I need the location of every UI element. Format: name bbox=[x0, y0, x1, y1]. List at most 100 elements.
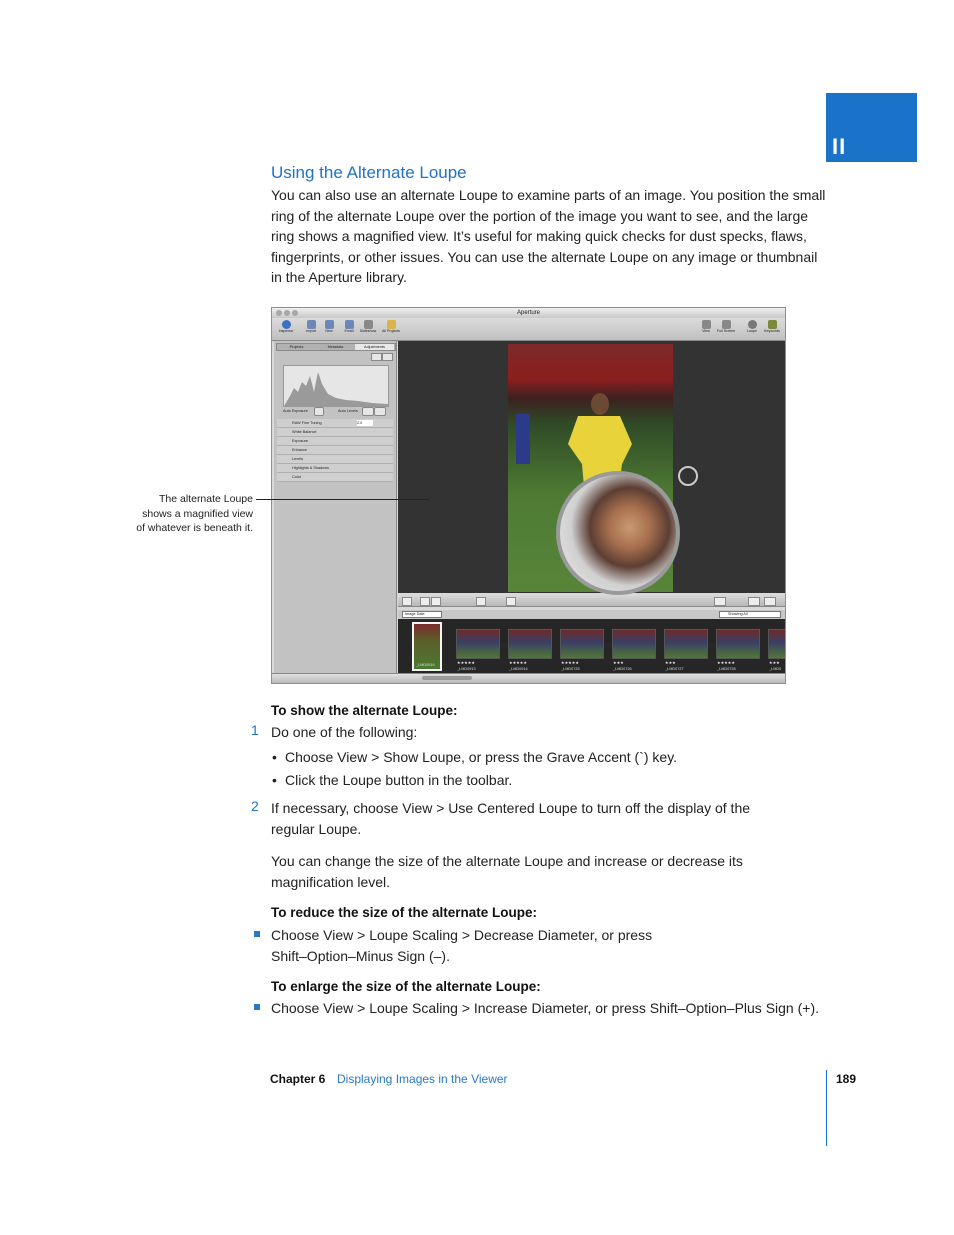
tab-adjustments[interactable]: Adjustments bbox=[355, 344, 394, 350]
brush-tool-icon[interactable] bbox=[506, 597, 516, 606]
alternate-loupe-small-ring[interactable] bbox=[678, 466, 698, 486]
adjustment-row[interactable]: Exposure bbox=[277, 437, 393, 446]
loupe-button[interactable]: Loupe bbox=[741, 320, 763, 334]
adjustment-row[interactable]: Enhance bbox=[277, 446, 393, 455]
intro-line: ring shows a magnified view. It’s useful… bbox=[271, 228, 807, 244]
status-bar bbox=[272, 673, 785, 683]
tab-projects[interactable]: Projects bbox=[277, 344, 316, 350]
keywords-icon bbox=[767, 320, 777, 329]
step-line: regular Loupe. bbox=[271, 820, 362, 837]
footer-chapter-title[interactable]: Displaying Images in the Viewer bbox=[337, 1072, 508, 1086]
rotate-left-icon[interactable] bbox=[420, 597, 430, 606]
filmstrip-browser: _LMD0916 ★★★★★ _LMD0913 ★★★★★ _LMD0914 ★★★… bbox=[398, 619, 785, 674]
window-title: Aperture bbox=[516, 310, 540, 316]
step-line: If necessary, choose View > Use Centered… bbox=[271, 800, 751, 816]
adjustment-label: Enhance bbox=[292, 448, 307, 452]
viewer-control-bar bbox=[398, 595, 785, 607]
histogram bbox=[283, 365, 389, 407]
crop-tool-icon[interactable] bbox=[476, 597, 486, 606]
raw-value-field[interactable]: 2.0 bbox=[357, 420, 373, 426]
rotate-right-icon[interactable] bbox=[431, 597, 441, 606]
toolbar-label: All Projects bbox=[382, 329, 400, 333]
thumbnail-caption: _LMD0725 bbox=[561, 667, 580, 671]
view-mode-icon[interactable] bbox=[714, 597, 726, 606]
loupe-icon bbox=[747, 320, 757, 329]
step-text: Do one of the following: bbox=[271, 724, 418, 740]
auto-levels-rgb-button[interactable] bbox=[374, 407, 386, 416]
inspector-tabs: Projects Metadata Adjustments bbox=[276, 343, 396, 351]
thumbnail[interactable]: ★★★ _LMD0727 bbox=[664, 629, 708, 671]
part-tab-label: II bbox=[832, 134, 847, 159]
callout-line-text: shows a magnified view bbox=[142, 507, 253, 520]
toolbar: Inspector Import New Email Slideshow All… bbox=[272, 318, 785, 341]
thumbnail-caption: _LMD0726 bbox=[613, 667, 632, 671]
showing-select[interactable]: Showing All bbox=[719, 611, 781, 618]
page-number: 189 bbox=[836, 1072, 857, 1086]
sort-select[interactable]: Image Date bbox=[402, 611, 442, 618]
toolbar-label: Keywords bbox=[764, 329, 780, 333]
auto-levels-button[interactable] bbox=[362, 407, 374, 416]
thumbnail-stars: ★★★★★ bbox=[561, 660, 579, 665]
thumbnail[interactable]: ★★★★★ _LMD0728 bbox=[716, 629, 760, 671]
thumbnail[interactable]: ★★★★★ _LMD0725 bbox=[560, 629, 604, 671]
square-bullet-icon bbox=[254, 1004, 260, 1010]
footer-chapter: Chapter 6 bbox=[270, 1072, 326, 1086]
auto-exposure-button[interactable] bbox=[314, 407, 324, 416]
adjustment-label: RAW Fine Tuning bbox=[292, 421, 322, 425]
new-icon bbox=[324, 320, 334, 329]
thumbnail[interactable]: ★★★ _LMD0726 bbox=[612, 629, 656, 671]
thumbnail-caption: _LMD0 bbox=[769, 667, 782, 671]
adjustment-row[interactable]: Highlights & Shadows bbox=[277, 464, 393, 473]
adjustment-label: Color bbox=[292, 475, 302, 479]
square-bullet-icon bbox=[254, 931, 260, 937]
full-screen-button[interactable]: Full Screen bbox=[715, 320, 737, 334]
view-icon bbox=[701, 320, 711, 329]
inspector-panel: Projects Metadata Adjustments Auto Expos… bbox=[274, 341, 397, 674]
thumbnail-stars: ★★★★★ bbox=[509, 660, 527, 665]
thumbnail-stars: ★★★ bbox=[769, 660, 780, 665]
filmstrip-mode-icon[interactable] bbox=[748, 597, 760, 606]
add-adjustment-button[interactable] bbox=[371, 353, 382, 361]
compare-mode-icon[interactable] bbox=[764, 597, 776, 606]
horizontal-scrollbar[interactable] bbox=[422, 676, 472, 680]
all-projects-button[interactable]: All Projects bbox=[380, 320, 402, 334]
alternate-loupe-large-ring[interactable] bbox=[556, 471, 680, 595]
section-title: Using the Alternate Loupe bbox=[271, 163, 467, 182]
figure-callout: The alternate Loupe shows a magnified vi… bbox=[120, 492, 253, 536]
intro-line: fingerprints, or other issues. You can u… bbox=[271, 248, 818, 265]
new-button[interactable]: New bbox=[318, 320, 340, 334]
bullet-marker: • bbox=[272, 749, 277, 765]
adjustment-row[interactable]: Color bbox=[277, 473, 393, 482]
keywords-button[interactable]: Keywords bbox=[761, 320, 783, 334]
thumbnail[interactable]: ★★★★★ _LMD0914 bbox=[508, 629, 552, 671]
thumbnail[interactable]: ★★★ _LMD0 bbox=[768, 629, 785, 671]
slideshow-icon bbox=[363, 320, 373, 329]
callout-line-text: The alternate Loupe bbox=[159, 493, 253, 505]
toolbar-label: Slideshow bbox=[359, 329, 377, 333]
thumbnail[interactable]: ★★★★★ _LMD0913 bbox=[456, 629, 500, 671]
full-screen-icon bbox=[721, 320, 731, 329]
thumbnail-selected[interactable]: _LMD0916 bbox=[412, 622, 442, 671]
adjustment-row[interactable]: RAW Fine Tuning 2.0 bbox=[277, 419, 393, 428]
thumbnail-stars: ★★★★★ bbox=[457, 660, 475, 665]
adjustment-label: Highlights & Shadows bbox=[292, 466, 329, 470]
inspector-button[interactable]: Inspector bbox=[275, 320, 297, 334]
toolbar-label: View bbox=[702, 329, 710, 333]
toolbar-label: Loupe bbox=[747, 329, 757, 333]
adjustment-row[interactable]: Levels bbox=[277, 455, 393, 464]
bullet-text: Choose View > Show Loupe, or press the G… bbox=[285, 749, 678, 765]
tab-metadata[interactable]: Metadata bbox=[316, 344, 355, 350]
thumbnail-caption: _LMD0728 bbox=[717, 667, 736, 671]
select-tool-icon[interactable] bbox=[402, 597, 412, 606]
thumbnail-caption: _LMD0916 bbox=[416, 663, 435, 667]
note-line: magnification level. bbox=[271, 873, 391, 890]
adjustment-row[interactable]: White Balance bbox=[277, 428, 393, 437]
slideshow-button[interactable]: Slideshow bbox=[357, 320, 379, 334]
auto-levels-label: Auto Levels bbox=[338, 409, 358, 413]
intro-line: You can also use an alternate Loupe to e… bbox=[271, 187, 826, 203]
task-title: To enlarge the size of the alternate Lou… bbox=[271, 979, 541, 994]
thumbnail-caption: _LMD0914 bbox=[509, 667, 528, 671]
action-menu-button[interactable] bbox=[382, 353, 393, 361]
view-button[interactable]: View bbox=[695, 320, 717, 334]
callout-line-text: of whatever is beneath it. bbox=[136, 522, 253, 534]
